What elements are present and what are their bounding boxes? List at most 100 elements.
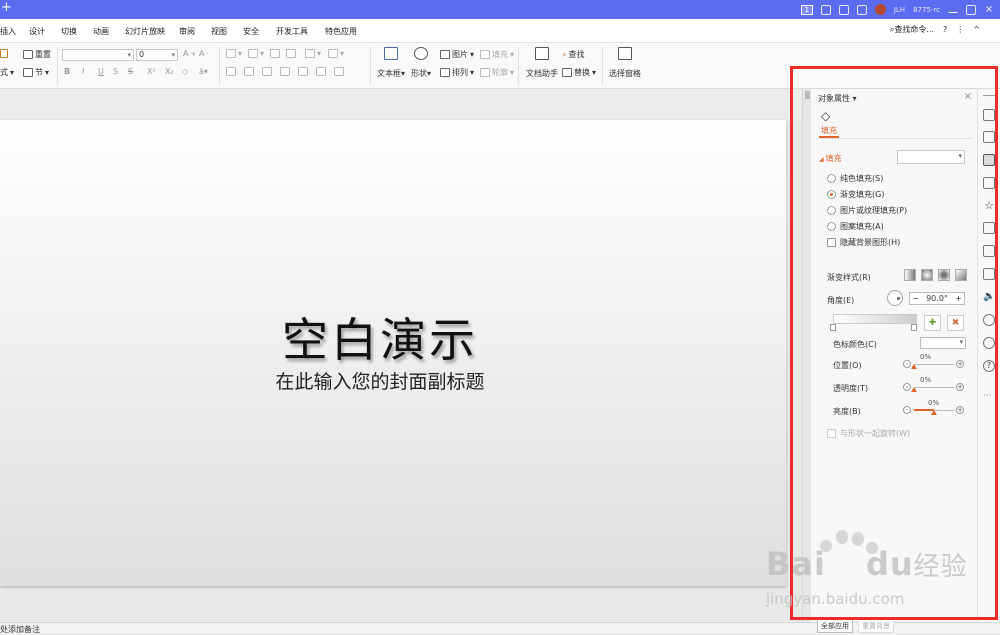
position-minus-button[interactable]: -	[903, 360, 911, 368]
angle-value[interactable]: 90.0°	[921, 294, 953, 303]
pattern-fill-radio[interactable]	[827, 222, 836, 231]
rotate-with-shape-option[interactable]: 与形状一起旋转(W)	[827, 428, 910, 439]
history-icon[interactable]	[983, 337, 995, 349]
font-size-select[interactable]: 0	[136, 49, 178, 61]
strikethrough-button[interactable]: S	[128, 67, 133, 76]
close-window-icon[interactable]: ×	[984, 4, 994, 15]
angle-spinner[interactable]: − 90.0° +	[909, 292, 965, 305]
shrink-font-button[interactable]: A-	[199, 49, 209, 58]
transparency-minus-button[interactable]: -	[903, 383, 911, 391]
pin-icon[interactable]	[983, 109, 995, 121]
italic-button[interactable]: I	[82, 67, 84, 76]
align-left-button[interactable]	[226, 67, 236, 76]
find-button[interactable]: ⌕ 查找	[562, 49, 584, 60]
close-icon[interactable]: ×	[964, 91, 972, 102]
copy-icon[interactable]	[983, 131, 995, 143]
brightness-minus-button[interactable]: -	[903, 406, 911, 414]
position-slider[interactable]: - 0% +	[903, 353, 966, 371]
vertical-scrollbar[interactable]	[802, 89, 811, 622]
user-avatar[interactable]	[874, 4, 886, 15]
properties-icon[interactable]	[983, 154, 995, 166]
star-icon[interactable]: ☆	[983, 200, 995, 212]
clear-format-icon[interactable]: ◇	[182, 67, 188, 76]
menu-tab-animation[interactable]: 动画	[93, 26, 109, 37]
section-button[interactable]: 节 ▾	[23, 67, 49, 78]
new-tab-plus-icon[interactable]: +	[1, 1, 12, 15]
replace-button[interactable]: 替换 ▾	[562, 67, 596, 78]
menu-tab-review[interactable]: 审阅	[179, 26, 195, 37]
bold-button[interactable]: B	[64, 67, 70, 76]
subscript-button[interactable]: X₂	[165, 67, 174, 76]
columns-button[interactable]	[316, 67, 326, 76]
numbering-button[interactable]: ▾	[248, 49, 264, 58]
slide-title[interactable]: 空白演示	[0, 304, 760, 370]
notes-hint[interactable]: 处添加备注	[0, 624, 40, 635]
share-icon[interactable]	[983, 245, 995, 257]
picture-fill-radio[interactable]	[827, 206, 836, 215]
menu-tab-design[interactable]: 设计	[29, 26, 45, 37]
layout-dropdown[interactable]: 式 ▾	[0, 67, 14, 78]
layout-button[interactable]	[0, 49, 8, 58]
outline-button[interactable]: 轮廓 ▾	[480, 67, 514, 78]
paint-bucket-icon[interactable]: ◇	[821, 109, 830, 123]
arrange-button[interactable]: 排列 ▾	[440, 67, 474, 78]
indent-decrease-button[interactable]	[270, 49, 280, 58]
settings-icon[interactable]	[983, 314, 995, 326]
skin-icon[interactable]	[820, 4, 831, 15]
brightness-plus-button[interactable]: +	[956, 406, 964, 414]
command-search[interactable]: ⌕查找命令...	[890, 24, 934, 35]
restore-icon[interactable]	[966, 4, 976, 15]
minimize-icon[interactable]	[948, 7, 958, 13]
underline-button[interactable]: U	[98, 67, 104, 76]
picture-button[interactable]: 图片 ▾	[440, 49, 474, 60]
doc-assistant-button[interactable]: 文档助手	[526, 47, 558, 79]
brightness-thumb[interactable]	[931, 410, 937, 415]
gradient-style-path-icon[interactable]	[955, 269, 967, 281]
grow-font-button[interactable]: A +	[183, 49, 196, 58]
panel-title[interactable]: 对象属性 ▾	[818, 93, 857, 104]
shirt-icon[interactable]	[838, 4, 849, 15]
solid-fill-radio[interactable]	[827, 174, 836, 183]
text-direction-button[interactable]: ▾	[328, 49, 344, 58]
solid-fill-option[interactable]: 纯色填充(S)	[827, 173, 883, 184]
fill-button[interactable]: 填充 ▾	[480, 49, 514, 60]
stop-color-select[interactable]	[920, 337, 966, 349]
help-icon[interactable]: ?	[943, 25, 947, 34]
distribute-button[interactable]	[298, 67, 308, 76]
add-stop-icon[interactable]: ✚	[924, 315, 941, 331]
brightness-slider[interactable]: - 0% +	[903, 399, 966, 417]
layers-icon[interactable]	[983, 222, 995, 234]
gradient-style-radial-icon[interactable]	[921, 269, 933, 281]
position-thumb[interactable]	[911, 364, 917, 369]
scrollbar-thumb[interactable]	[805, 91, 810, 99]
menu-tab-special[interactable]: 特色应用	[325, 26, 357, 37]
clock-icon[interactable]	[856, 4, 867, 15]
textbox-button[interactable]: 文本框▾	[377, 47, 405, 79]
window-count-badge[interactable]: 1	[800, 4, 813, 15]
collapse-ribbon-icon[interactable]: ^	[973, 25, 980, 34]
gradient-fill-radio[interactable]	[827, 190, 836, 199]
align-center-button[interactable]	[244, 67, 254, 76]
menu-tab-security[interactable]: 安全	[243, 26, 259, 37]
gradient-style-linear-icon[interactable]	[904, 269, 916, 281]
gradient-stop-left[interactable]	[830, 324, 836, 331]
delete-stop-icon[interactable]: ✖	[947, 315, 964, 331]
indent-increase-button[interactable]	[286, 49, 296, 58]
menu-tab-transition[interactable]: 切换	[61, 26, 77, 37]
hide-background-option[interactable]: 隐藏背景图形(H)	[827, 237, 900, 248]
slide[interactable]: 空白演示 在此输入您的封面副标题	[0, 120, 786, 586]
image-icon[interactable]	[983, 268, 995, 280]
align-right-button[interactable]	[262, 67, 272, 76]
bullets-button[interactable]: ▾	[226, 49, 242, 58]
menu-tab-developer[interactable]: 开发工具	[276, 26, 308, 37]
gradient-fill-option[interactable]: 渐变填充(G)	[827, 189, 884, 200]
transparency-slider[interactable]: - 0% +	[903, 376, 966, 394]
angle-decrease-button[interactable]: −	[910, 294, 921, 303]
tab-fill[interactable]: 填充	[821, 125, 837, 136]
selection-pane-button[interactable]: 选择窗格	[609, 47, 641, 79]
crop-icon[interactable]	[983, 177, 995, 189]
transparency-plus-button[interactable]: +	[956, 383, 964, 391]
menu-tab-slideshow[interactable]: 幻灯片放映	[125, 26, 165, 37]
more-icon[interactable]: ⋮	[956, 25, 964, 34]
superscript-button[interactable]: X²	[147, 67, 156, 76]
